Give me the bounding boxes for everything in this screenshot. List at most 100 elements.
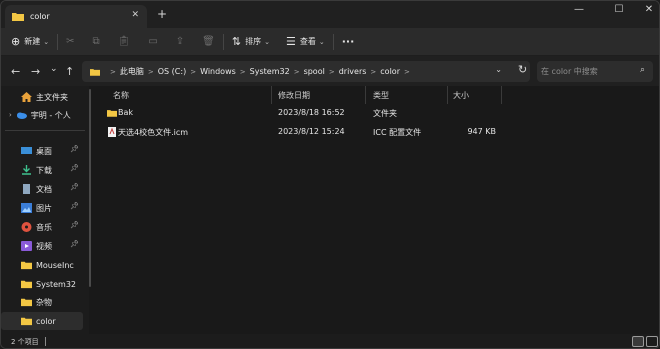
column-divider[interactable]	[271, 86, 272, 104]
sidebar-item-label: color	[36, 316, 56, 326]
up-button[interactable]: ↑	[65, 65, 74, 78]
sidebar-item-label: 杂物	[36, 297, 52, 307]
view-button[interactable]: ☰ 查看 ⌄	[286, 35, 325, 48]
breadcrumb-system32[interactable]: System32	[250, 67, 290, 76]
file-name: Bak	[118, 108, 134, 117]
sidebar-item-label: 图片	[36, 203, 52, 213]
breadcrumb-this-pc[interactable]: 此电脑	[120, 66, 144, 77]
table-row[interactable]: 天选4校色文件.icm 2023/8/12 15:24 ICC 配置文件 947…	[97, 123, 517, 141]
sidebar-item-home[interactable]: 主文件夹	[1, 88, 83, 106]
file-modified: 2023/8/12 15:24	[278, 127, 345, 136]
folder-icon	[21, 261, 32, 270]
search-icon[interactable]: ⌕	[640, 65, 645, 75]
sort-icon: ⇅	[231, 35, 242, 48]
sidebar-item-system32[interactable]: System32	[1, 275, 83, 293]
sidebar-scrollbar[interactable]	[89, 89, 91, 287]
more-options-button[interactable]: ···	[342, 35, 355, 48]
new-button[interactable]: ⊕ 新建 ⌄	[11, 35, 49, 48]
sidebar-item-label: 桌面	[36, 146, 52, 156]
pictures-icon	[21, 203, 32, 213]
search-input[interactable]	[537, 61, 633, 82]
address-history-dropdown[interactable]: ⌄	[495, 65, 502, 74]
forward-button[interactable]: →	[31, 65, 40, 78]
chevron-right-icon[interactable]: ›	[9, 111, 12, 119]
share-button[interactable]: ⇪	[176, 36, 184, 47]
sidebar-item-color[interactable]: color	[1, 312, 83, 330]
breadcrumb-drivers[interactable]: drivers	[339, 67, 367, 76]
clipboard-icon: 📋︎	[117, 36, 131, 47]
chevron-down-icon: ⌄	[318, 37, 325, 46]
tab-color[interactable]: color ✕	[5, 5, 147, 28]
breadcrumb-color[interactable]: color	[380, 67, 400, 76]
table-row[interactable]: Bak 2023/8/18 16:52 文件夹	[97, 104, 517, 122]
column-divider[interactable]	[501, 86, 502, 104]
file-type: 文件夹	[373, 109, 397, 118]
sort-button[interactable]: ⇅ 排序 ⌄	[232, 35, 270, 48]
sidebar-item-videos[interactable]: 视频 📌︎	[1, 237, 83, 255]
download-icon	[22, 165, 31, 175]
tab-close-icon[interactable]: ✕	[131, 10, 139, 20]
close-window-button[interactable]: ✕	[639, 4, 659, 15]
pin-icon: 📌︎	[70, 221, 79, 229]
breadcrumb-separator: >	[239, 67, 246, 76]
paste-button[interactable]: 📋︎	[118, 36, 131, 47]
cloud-icon	[16, 112, 27, 119]
tiles-view-button[interactable]	[646, 336, 658, 347]
command-bar: ⊕ 新建 ⌄ ✂ ⧉ 📋︎ ▭ ⇪ 🗑︎ ⇅ 排序 ⌄ ☰ 查看 ⌄ ···	[1, 28, 659, 56]
refresh-icon[interactable]: ↻	[518, 63, 527, 76]
divider	[222, 33, 224, 50]
sidebar-item-label: 音乐	[36, 222, 52, 232]
sidebar-item-label: 文档	[36, 184, 52, 194]
breadcrumb-windows[interactable]: Windows	[200, 67, 236, 76]
column-header-name[interactable]: 名称	[113, 86, 129, 104]
sidebar-item-downloads[interactable]: 下载 📌︎	[1, 161, 83, 179]
column-header-modified[interactable]: 修改日期	[278, 86, 310, 104]
pin-icon: 📌︎	[70, 183, 79, 191]
sidebar-item-pictures[interactable]: 图片 📌︎	[1, 199, 83, 217]
minimize-button[interactable]: —	[569, 4, 589, 15]
delete-button[interactable]: 🗑︎	[202, 36, 215, 47]
column-divider[interactable]	[365, 86, 366, 104]
sidebar-item-label: MouseInc	[36, 260, 74, 270]
sidebar-item-desktop[interactable]: 桌面 📌︎	[1, 142, 83, 160]
view-label: 查看	[299, 37, 316, 46]
column-divider[interactable]	[447, 86, 448, 104]
home-icon	[21, 92, 32, 102]
rename-button[interactable]: ▭	[148, 36, 157, 47]
address-bar[interactable]: > 此电脑 > OS (C:) > Windows > System32 > s…	[82, 61, 530, 82]
details-view-button[interactable]	[632, 336, 644, 347]
sidebar-item-onedrive[interactable]: › 宇明 - 个人	[1, 106, 83, 124]
breadcrumb-separator: >	[110, 67, 116, 76]
sidebar-item-documents[interactable]: 文档 📌︎	[1, 180, 83, 198]
maximize-button[interactable]: ☐	[609, 4, 629, 15]
recent-locations-button[interactable]: ⌄	[50, 64, 58, 74]
folder-icon	[90, 68, 100, 76]
folder-icon	[107, 110, 117, 117]
trash-icon: 🗑︎	[202, 36, 215, 47]
column-header-size[interactable]: 大小	[453, 86, 469, 104]
sidebar-item-label: System32	[36, 279, 77, 289]
breadcrumb-os-c[interactable]: OS (C:)	[158, 67, 186, 76]
new-label: 新建	[24, 37, 41, 46]
search-box[interactable]: ⌕	[537, 61, 653, 82]
folder-icon	[21, 317, 32, 326]
status-bar: 2 个项目	[1, 334, 659, 348]
tab-title: color	[30, 12, 50, 21]
documents-icon	[23, 184, 30, 194]
cut-button[interactable]: ✂	[66, 36, 74, 47]
chevron-down-icon: ⌄	[43, 37, 50, 46]
sidebar-item-label: 主文件夹	[36, 92, 68, 102]
address-row: ← → ⌄ ↑ > 此电脑 > OS (C:) > Windows > Syst…	[1, 56, 659, 86]
sidebar-item-mouseinc[interactable]: MouseInc	[1, 256, 83, 274]
breadcrumb-separator: >	[370, 67, 377, 76]
sidebar-item-misc[interactable]: 杂物	[1, 293, 83, 311]
breadcrumb-spool[interactable]: spool	[304, 67, 325, 76]
column-header-type[interactable]: 类型	[373, 86, 389, 104]
sidebar-item-music[interactable]: 音乐 📌︎	[1, 218, 83, 236]
copy-button[interactable]: ⧉	[92, 36, 99, 47]
new-tab-button[interactable]: +	[157, 7, 167, 21]
pin-icon: 📌︎	[70, 240, 79, 248]
back-button[interactable]: ←	[11, 65, 20, 78]
pin-icon: 📌︎	[70, 145, 79, 153]
sidebar-item-label: 下载	[36, 165, 52, 175]
